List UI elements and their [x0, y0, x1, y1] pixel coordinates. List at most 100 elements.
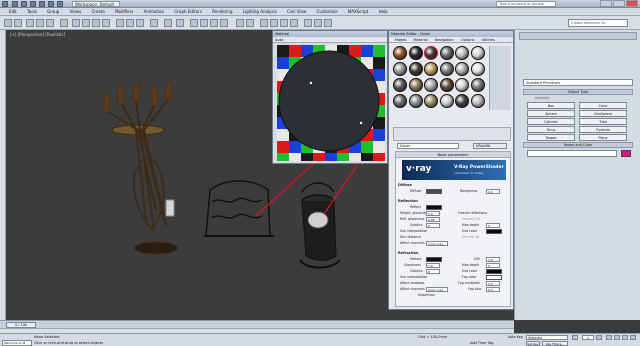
sphere-button[interactable]: Sphere [527, 110, 575, 117]
key-mode-dropdown[interactable]: Selected [526, 335, 568, 340]
material-slot[interactable] [439, 94, 454, 108]
hilight-glossiness-spinner[interactable]: 1.0 [426, 211, 440, 216]
auto-key-button[interactable]: Auto Key [508, 335, 523, 340]
roughness-spinner[interactable]: 0.0 [486, 189, 500, 194]
material-slot[interactable] [470, 94, 485, 108]
menu-views[interactable]: Views [70, 8, 82, 16]
menu-animation[interactable]: Animation [144, 8, 164, 16]
current-frame-field[interactable]: 0 [582, 335, 594, 340]
refl-glossiness-spinner[interactable]: 0.98 [426, 217, 440, 222]
save-icon[interactable] [30, 1, 36, 7]
open-icon[interactable] [21, 1, 27, 7]
rendered-frame-window-icon[interactable] [314, 19, 322, 27]
material-slot[interactable] [424, 46, 438, 60]
dim-distance-label[interactable]: Dim distance [400, 235, 421, 239]
fresnel-reflections-label[interactable]: Fresnel reflections [458, 211, 487, 215]
primitives-dropdown[interactable]: Standard Primitives [523, 79, 633, 86]
material-slot[interactable] [470, 46, 485, 60]
plane-button[interactable]: Plane [579, 134, 627, 141]
curve-editor-icon[interactable] [270, 19, 278, 27]
material-preview-window[interactable]: Material Auto [272, 30, 388, 164]
menu-tools[interactable]: Tools [27, 8, 37, 16]
mirror-icon[interactable] [236, 19, 244, 27]
material-slot[interactable] [393, 94, 407, 108]
fog-color-swatch[interactable] [486, 275, 502, 280]
refraction-subdivs-spinner[interactable]: 8 [426, 269, 440, 274]
menu-graph-editors[interactable]: Graph Editors [174, 8, 201, 16]
bind-space-warp-icon[interactable] [46, 19, 54, 27]
move-icon[interactable] [116, 19, 124, 27]
autogrid-checkbox[interactable]: AutoGrid [535, 96, 549, 100]
new-icon[interactable] [12, 1, 18, 7]
link-icon[interactable] [26, 19, 34, 27]
ior-spinner[interactable]: 1.6 [486, 257, 500, 262]
material-slot[interactable] [439, 78, 454, 92]
material-slot[interactable] [424, 62, 438, 76]
menu-customize[interactable]: Customize [317, 8, 338, 16]
box-button[interactable]: Box [527, 102, 575, 109]
object-color-swatch[interactable] [621, 150, 631, 157]
cone-button[interactable]: Cone [579, 102, 627, 109]
pan-icon[interactable] [614, 335, 620, 340]
go-to-start-icon[interactable] [572, 335, 578, 340]
play-icon[interactable] [596, 335, 602, 340]
add-time-tag-button[interactable]: Add Time Tag [470, 341, 494, 346]
zoom-icon[interactable] [606, 335, 612, 340]
slate-menu-material[interactable]: Material [414, 38, 428, 42]
slate-material-editor[interactable]: Material Editor - Dover Modes Material N… [388, 30, 514, 310]
project-folder-icon[interactable] [57, 1, 63, 7]
app-logo-icon[interactable] [2, 1, 8, 7]
fog-multiplier-spinner[interactable]: 1.0 [486, 281, 500, 286]
slate-menu-utilities[interactable]: Utilities [482, 38, 495, 42]
torus-button[interactable]: Torus [527, 126, 575, 133]
reflection-max-depth-spinner[interactable]: 5 [486, 223, 500, 228]
selection-filter-icon[interactable] [60, 19, 68, 27]
name-and-color-rollout[interactable]: Name and Color [523, 142, 633, 148]
object-name-field[interactable] [527, 150, 617, 157]
reflection-exit-color-swatch[interactable] [486, 229, 502, 234]
menu-create[interactable]: Create [92, 8, 105, 16]
dispersion-label[interactable]: Dispersion [418, 293, 435, 297]
schematic-view-icon[interactable] [280, 19, 288, 27]
fog-bias-spinner[interactable]: 0.0 [486, 287, 500, 292]
material-window-toolbar[interactable]: Auto [273, 37, 387, 43]
material-slot[interactable] [393, 46, 407, 60]
geosphere-button[interactable]: GeoSphere [579, 110, 627, 117]
snaps-toggle-icon[interactable] [190, 19, 198, 27]
material-slot[interactable] [455, 46, 469, 60]
reflect-color-swatch[interactable] [426, 205, 442, 210]
scale-icon[interactable] [136, 19, 144, 27]
refraction-exit-color-swatch[interactable] [486, 269, 502, 274]
angle-snap-icon[interactable] [200, 19, 208, 27]
selection-set-dropdown[interactable]: Create Selection Se [568, 19, 628, 27]
material-name-field[interactable]: Dover [397, 143, 459, 149]
slate-menu-navigation[interactable]: Navigation [435, 38, 454, 42]
redo-icon[interactable] [48, 1, 54, 7]
pivot-center-icon[interactable] [164, 19, 172, 27]
menu-maxscript[interactable]: MAXScript [348, 8, 369, 16]
object-type-rollout[interactable]: Object Type [523, 89, 633, 95]
minimize-button[interactable] [600, 0, 612, 7]
material-slot[interactable] [455, 62, 469, 76]
basic-parameters-rollout[interactable]: Basic parameters [396, 152, 510, 158]
undo-icon[interactable] [39, 1, 45, 7]
set-key-button[interactable]: Set Key [526, 341, 540, 346]
maxscript-listener[interactable]: Welcome to M [2, 340, 32, 346]
material-slot[interactable] [439, 62, 454, 76]
close-button[interactable] [626, 0, 638, 7]
percent-snap-icon[interactable] [210, 19, 218, 27]
workspace-dropdown[interactable]: Workspace: Default [72, 1, 120, 7]
material-slot[interactable] [408, 78, 423, 92]
pyramid-button[interactable]: Pyramid [579, 126, 627, 133]
rotate-icon[interactable] [126, 19, 134, 27]
refraction-use-interpolation-label[interactable]: Use interpolation [400, 275, 427, 279]
maximize-viewport-icon[interactable] [630, 335, 636, 340]
material-slot[interactable] [393, 62, 407, 76]
refract-color-swatch[interactable] [426, 257, 442, 262]
menu-help[interactable]: Help [379, 8, 388, 16]
slate-menu-modes[interactable]: Modes [395, 38, 406, 42]
reflection-subdivs-spinner[interactable]: 8 [426, 223, 440, 228]
unlink-icon[interactable] [36, 19, 44, 27]
render-setup-icon[interactable] [304, 19, 312, 27]
menu-modifiers[interactable]: Modifiers [115, 8, 133, 16]
